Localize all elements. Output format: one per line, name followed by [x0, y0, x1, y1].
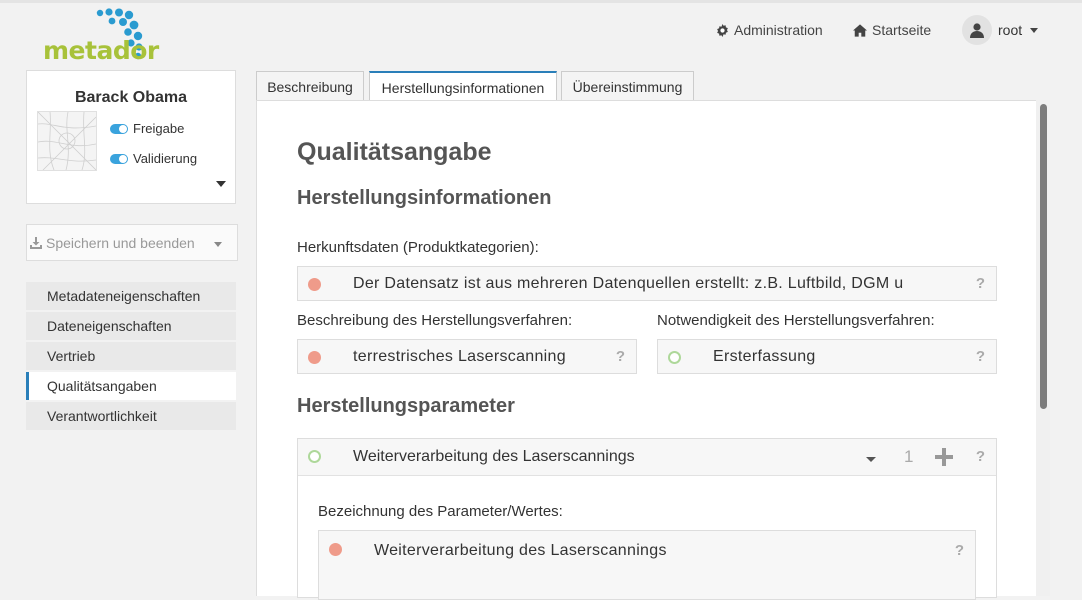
process-description-field[interactable]: terrestrisches Laserscanning ? — [297, 339, 637, 374]
origin-field[interactable]: Der Datensatz ist aus mehreren Datenquel… — [297, 266, 997, 301]
sidebar-item-label: Metadateneigenschaften — [47, 288, 201, 304]
chevron-down-icon[interactable] — [866, 457, 876, 462]
toggle-freigabe-label: Freigabe — [133, 121, 185, 136]
tab-herstellungsinformationen[interactable]: Herstellungsinformationen — [369, 71, 557, 102]
metador-logo[interactable]: metador — [40, 8, 170, 68]
user-name: root — [998, 22, 1023, 38]
user-icon — [970, 22, 984, 38]
parameter-name-textarea[interactable]: Weiterverarbeitung des Laserscannings ? — [318, 530, 976, 600]
parameter-name-label: Bezeichnung des Parameter/Wertes: — [318, 503, 563, 520]
toggle-switch-icon — [110, 153, 128, 164]
tab-beschreibung[interactable]: Beschreibung — [256, 71, 364, 101]
required-indicator-icon — [308, 351, 321, 364]
process-necessity-value[interactable]: Ersterfassung — [713, 348, 954, 366]
profile-name: Barack Obama — [74, 89, 188, 106]
process-necessity-field[interactable]: Ersterfassung ? — [657, 339, 997, 374]
scrollbar-thumb[interactable] — [1040, 104, 1047, 409]
tab-label: Übereinstimmung — [572, 78, 683, 95]
tab-uebereinstimmung[interactable]: Übereinstimmung — [561, 71, 694, 101]
map-preview-icon — [38, 112, 96, 170]
parameter-name-value[interactable]: Weiterverarbeitung des Laserscannings — [374, 542, 667, 560]
sidebar-item-vertrieb[interactable]: Vertrieb — [26, 342, 236, 370]
section-title-herstellungsparameter: Herstellungsparameter — [297, 395, 515, 417]
origin-value[interactable]: Der Datensatz ist aus mehreren Datenquel… — [353, 275, 954, 293]
process-necessity-label: Notwendigkeit des Herstellungsverfahren: — [657, 312, 935, 329]
user-menu[interactable]: root — [962, 15, 1039, 45]
top-border — [0, 0, 1082, 3]
sidebar-item-label: Qualitätsangaben — [47, 378, 157, 394]
map-thumbnail — [37, 111, 97, 171]
save-and-exit-button[interactable]: Speichern und beenden — [26, 224, 238, 261]
nav-startseite-label: Startseite — [872, 22, 932, 38]
gear-icon — [717, 23, 728, 37]
nav-startseite[interactable]: Startseite — [853, 22, 931, 38]
chevron-down-icon — [1030, 27, 1039, 33]
home-icon — [853, 23, 867, 37]
toggle-validierung-label: Validierung — [133, 151, 198, 166]
parameter-group-title: Weiterverarbeitung des Laserscannings — [353, 448, 635, 465]
avatar — [962, 15, 992, 45]
save-and-exit-label: Speichern und beenden — [46, 234, 195, 251]
tab-label: Herstellungsinformationen — [381, 79, 545, 96]
sidebar-menu: Metadateneigenschaften Dateneigenschafte… — [26, 282, 236, 432]
toggle-freigabe[interactable]: Freigabe — [110, 121, 184, 136]
sidebar-item-dateneigenschaften[interactable]: Dateneigenschaften — [26, 312, 236, 340]
add-icon[interactable] — [934, 447, 954, 467]
toggle-validierung[interactable]: Validierung — [110, 151, 197, 166]
sidebar-item-label: Dateneigenschaften — [47, 318, 172, 334]
profile-card: Barack Obama Freigabe Validierung — [26, 70, 236, 204]
process-description-value[interactable]: terrestrisches Laserscanning — [353, 348, 594, 366]
parameter-group-header[interactable]: Weiterverarbeitung des Laserscannings 1 … — [298, 439, 996, 476]
origin-label: Herkunftsdaten (Produktkategorien): — [297, 239, 539, 256]
logo-text: metador — [43, 36, 159, 65]
help-icon[interactable]: ? — [976, 448, 985, 465]
nav-administration-label: Administration — [734, 22, 823, 38]
optional-indicator-icon — [308, 450, 321, 463]
required-indicator-icon — [329, 543, 342, 556]
parameter-count: 1 — [904, 447, 914, 466]
profile-expand-icon[interactable] — [216, 181, 226, 187]
chevron-down-icon[interactable] — [214, 242, 222, 247]
help-icon[interactable]: ? — [616, 348, 625, 365]
optional-indicator-icon — [668, 351, 681, 364]
section-title-herstellungsinformationen: Herstellungsinformationen — [297, 187, 552, 209]
help-icon[interactable]: ? — [955, 542, 964, 559]
nav-administration[interactable]: Administration — [716, 22, 823, 38]
sidebar-item-qualitaetsangaben[interactable]: Qualitätsangaben — [26, 372, 236, 400]
help-icon[interactable]: ? — [976, 275, 985, 292]
save-icon — [30, 236, 42, 249]
process-description-label: Beschreibung des Herstellungsverfahren: — [297, 312, 573, 329]
sidebar-item-label: Vertrieb — [47, 348, 96, 364]
required-indicator-icon — [308, 278, 321, 291]
page-title: Qualitätsangabe — [297, 138, 492, 166]
tab-label: Beschreibung — [267, 78, 353, 95]
help-icon[interactable]: ? — [976, 348, 985, 365]
sidebar-item-metadateneigenschaften[interactable]: Metadateneigenschaften — [26, 282, 236, 310]
toggle-switch-icon — [110, 123, 128, 134]
sidebar-item-verantwortlichkeit[interactable]: Verantwortlichkeit — [26, 402, 236, 430]
sidebar-item-label: Verantwortlichkeit — [47, 408, 157, 424]
